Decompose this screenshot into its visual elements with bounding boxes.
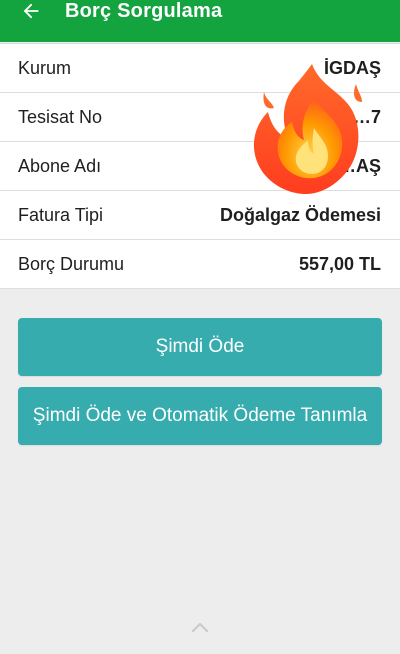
- page-title: Borç Sorgulama: [65, 0, 223, 22]
- detail-value-fatura-tipi: Doğalgaz Ödemesi: [219, 204, 381, 225]
- debt-details-list: Kurum İGDAŞ Tesisat No 5…7 Abone Adı R…A…: [0, 43, 400, 289]
- detail-row-abone-adi: Abone Adı R…AŞ: [0, 142, 400, 191]
- detail-label-borc-durumu: Borç Durumu: [18, 253, 125, 274]
- detail-label-kurum: Kurum: [18, 57, 72, 78]
- arrow-left-icon: [23, 3, 39, 19]
- bottom-sheet-handle[interactable]: [191, 620, 209, 634]
- borc-sorgulama-screen: Borç Sorgulama Kurum İGDAŞ Tesisat No 5……: [0, 0, 400, 654]
- pay-now-and-autopay-button[interactable]: Şimdi Öde ve Otomatik Ödeme Tanımla: [18, 387, 382, 445]
- detail-value-tesisat-no: 5…7: [342, 106, 381, 127]
- detail-value-borc-durumu: 557,00 TL: [298, 253, 381, 274]
- detail-label-tesisat-no: Tesisat No: [18, 106, 103, 127]
- detail-label-abone-adi: Abone Adı: [18, 155, 102, 176]
- detail-value-abone-adi: R…AŞ: [324, 155, 381, 176]
- detail-row-kurum: Kurum İGDAŞ: [0, 44, 400, 93]
- chevron-up-icon: [192, 623, 208, 632]
- detail-row-tesisat-no: Tesisat No 5…7: [0, 93, 400, 142]
- detail-label-fatura-tipi: Fatura Tipi: [18, 204, 104, 225]
- detail-row-borc-durumu: Borç Durumu 557,00 TL: [0, 240, 400, 289]
- top-app-bar: Borç Sorgulama: [0, 0, 400, 42]
- pay-now-button[interactable]: Şimdi Öde: [18, 318, 382, 376]
- detail-row-fatura-tipi: Fatura Tipi Doğalgaz Ödemesi: [0, 191, 400, 240]
- detail-value-kurum: İGDAŞ: [323, 57, 381, 78]
- back-button[interactable]: [10, 0, 52, 32]
